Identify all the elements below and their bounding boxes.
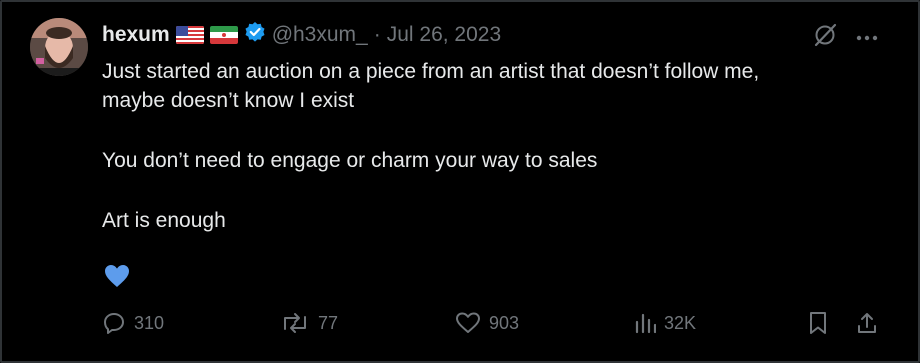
bookmark-button[interactable] <box>808 311 828 335</box>
grok-icon[interactable] <box>812 22 838 53</box>
share-button[interactable] <box>856 311 878 335</box>
handle[interactable]: @h3xum_ <box>272 23 368 47</box>
share-icon <box>858 313 876 333</box>
repost-count: 77 <box>318 312 339 333</box>
like-count: 903 <box>489 312 520 333</box>
views-count: 32K <box>664 312 697 333</box>
tweet-header: hexum @h3xum_ · Jul 26, 2023 <box>102 20 501 50</box>
tweet-text: Just started an auction on a piece from … <box>102 57 882 235</box>
tweet-line: Art is enough <box>102 209 226 232</box>
tweet-line: maybe doesn’t know I exist <box>102 89 355 112</box>
repost-button[interactable]: 77 <box>280 311 338 335</box>
tweet-line: You don’t need to engage or charm your w… <box>102 149 598 172</box>
reply-button[interactable]: 310 <box>102 311 164 335</box>
blue-heart-emoji-icon <box>104 264 130 293</box>
views-chart-icon <box>635 313 656 334</box>
like-button[interactable]: 903 <box>455 311 519 335</box>
display-name[interactable]: hexum <box>102 23 170 47</box>
reply-count: 310 <box>134 312 165 333</box>
bookmark-icon <box>810 312 826 334</box>
tweet-top-actions <box>812 22 878 53</box>
timestamp[interactable]: Jul 26, 2023 <box>387 23 501 47</box>
more-options-icon[interactable] <box>856 29 878 47</box>
verified-badge-icon[interactable] <box>244 21 266 49</box>
reply-icon <box>104 313 124 334</box>
tweet-line: Just started an auction on a piece from … <box>102 60 760 83</box>
views-button[interactable]: 32K <box>634 311 696 335</box>
separator: · <box>373 23 381 46</box>
avatar[interactable] <box>30 18 88 76</box>
repost-icon <box>284 313 306 333</box>
us-flag-icon <box>175 26 204 44</box>
tweet-actions: 310 77 903 32K <box>102 311 882 341</box>
heart-icon <box>456 312 480 333</box>
iran-flag-icon <box>209 26 238 44</box>
